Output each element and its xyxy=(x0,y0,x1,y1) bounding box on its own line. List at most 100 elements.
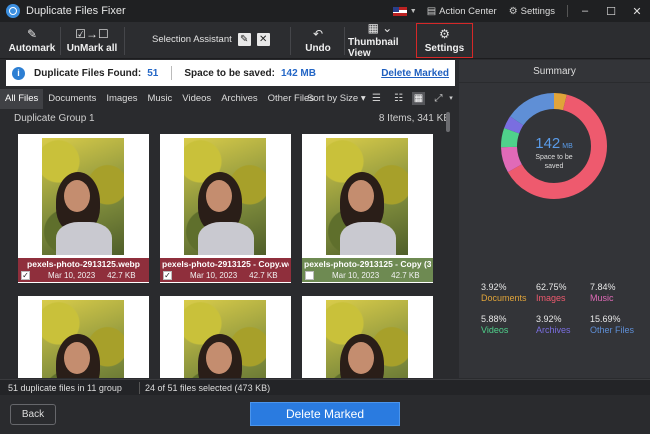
photo-thumbnail xyxy=(184,300,266,378)
thumbnail-view-button[interactable]: ▦ ⌄ Thumbnail View xyxy=(348,22,412,59)
thumbnail-view-label: Thumbnail View xyxy=(348,37,399,59)
sort-label: Sort by Size xyxy=(307,93,359,104)
delete-marked-link[interactable]: Delete Marked xyxy=(381,68,449,79)
undo-button[interactable]: ↶ Undo xyxy=(298,22,338,59)
expand-icon[interactable]: ⤢ xyxy=(432,92,445,105)
select-tool-icon[interactable]: ✎ xyxy=(237,33,251,46)
group-header: Duplicate Group 1 8 Items, 341 KB xyxy=(14,113,450,124)
file-size: 42.7 KB xyxy=(249,271,278,280)
delete-marked-button[interactable]: Delete Marked xyxy=(250,402,400,426)
toolbar-divider xyxy=(344,27,345,55)
file-size: 42.7 KB xyxy=(391,271,420,280)
status-separator xyxy=(139,382,140,394)
close-button[interactable]: ✕ xyxy=(624,5,650,18)
info-separator xyxy=(171,66,173,80)
stat-label: Music xyxy=(590,293,614,303)
back-label: Back xyxy=(21,409,45,420)
donut-caption-1: Space to be xyxy=(535,154,572,161)
app-logo-icon xyxy=(6,4,20,18)
stat-percent: 62.75% xyxy=(536,282,567,292)
file-checkbox[interactable]: ✓ xyxy=(21,271,30,280)
tab-videos[interactable]: Videos xyxy=(177,89,216,109)
stat-videos: 5.88% Videos xyxy=(481,314,508,335)
tab-all-files[interactable]: All Files xyxy=(0,89,44,109)
group-count: 8 Items, 341 KB xyxy=(378,113,450,124)
photo-thumbnail xyxy=(42,138,124,255)
scrollbar-thumb[interactable] xyxy=(446,112,450,132)
thumbnail-view-icon[interactable]: ▦ xyxy=(412,92,425,105)
donut-total: 142 MB xyxy=(535,135,573,152)
selection-assistant: Selection Assistant ✎ ✕ xyxy=(152,33,270,46)
stat-music: 7.84% Music xyxy=(590,282,616,303)
file-meta: Mar 10, 2023 42.7 KB xyxy=(48,271,136,280)
stat-percent: 3.92% xyxy=(536,314,562,324)
status-total: 51 duplicate files in 11 group xyxy=(8,383,122,393)
file-checkbox[interactable] xyxy=(305,271,314,280)
settings-link[interactable]: ⚙ Settings xyxy=(509,6,555,17)
undo-icon: ↶ xyxy=(312,26,324,41)
space-donut-chart: 142 MB Space to be saved xyxy=(501,93,607,199)
unmark-all-button[interactable]: ☑→☐ UnMark all xyxy=(66,22,118,59)
file-name: pexels-photo-2913125 - Copy (3).... xyxy=(304,259,431,269)
unmark-all-label: UnMark all xyxy=(66,42,118,54)
duplicates-found-count: 51 xyxy=(147,67,159,79)
clear-selection-icon[interactable]: ✕ xyxy=(256,33,270,46)
unmark-icon: ☑→☐ xyxy=(75,26,109,41)
grid-view-icon: ▦ ⌄ xyxy=(367,21,393,35)
file-card[interactable] xyxy=(160,296,291,378)
space-saved-label: Space to be saved: xyxy=(184,67,275,79)
stat-documents: 3.92% Documents xyxy=(481,282,527,303)
stat-percent: 15.69% xyxy=(590,314,621,324)
language-flag-icon[interactable] xyxy=(392,6,407,16)
file-card[interactable] xyxy=(18,296,149,378)
tab-images[interactable]: Images xyxy=(101,89,142,109)
file-date: Mar 10, 2023 xyxy=(190,271,238,280)
file-meta: Mar 10, 2023 42.7 KB xyxy=(332,271,420,280)
title-separator xyxy=(567,5,568,17)
stat-archives: 3.92% Archives xyxy=(536,314,571,335)
tab-music[interactable]: Music xyxy=(142,89,177,109)
file-size: 42.7 KB xyxy=(107,271,136,280)
photo-thumbnail xyxy=(42,300,124,378)
duplicates-found-label: Duplicate Files Found: xyxy=(34,67,142,79)
toolbar-divider xyxy=(290,27,291,55)
stat-percent: 3.92% xyxy=(481,282,507,292)
stat-label: Documents xyxy=(481,293,527,303)
automark-button[interactable]: ✎ Automark xyxy=(8,22,56,59)
tab-archives[interactable]: Archives xyxy=(216,89,262,109)
stat-label: Archives xyxy=(536,325,571,335)
list-view-icon[interactable]: ☰ xyxy=(370,92,383,105)
file-card[interactable]: pexels-photo-2913125 - Copy (3).... Mar 1… xyxy=(302,134,433,283)
file-name: pexels-photo-2913125 - Copy.webp xyxy=(162,259,289,269)
language-caret-icon[interactable]: ▼ xyxy=(410,8,417,15)
summary-panel: Summary 142 MB Space to be saved 3.92% Doc… xyxy=(459,60,650,378)
action-center-label: Action Center xyxy=(439,5,497,17)
view-caret-icon[interactable]: ▾ xyxy=(446,92,456,105)
maximize-button[interactable]: ☐ xyxy=(598,5,624,18)
photo-thumbnail xyxy=(326,300,408,378)
title-bar: Duplicate Files Fixer ▼ ▤ Action Center … xyxy=(0,0,650,22)
file-card[interactable]: pexels-photo-2913125 - Copy.webp ✓ Mar 10,… xyxy=(160,134,291,283)
file-checkbox[interactable]: ✓ xyxy=(163,271,172,280)
action-center-button[interactable]: ▤ Action Center xyxy=(427,6,497,17)
stat-label: Videos xyxy=(481,325,509,335)
file-date: Mar 10, 2023 xyxy=(48,271,96,280)
settings-highlight xyxy=(416,23,473,58)
toolbar-divider xyxy=(60,27,61,55)
file-caption: pexels-photo-2913125 - Copy (3).... Mar 1… xyxy=(302,258,433,282)
file-card[interactable]: pexels-photo-2913125.webp ✓ Mar 10, 2023 42… xyxy=(18,134,149,283)
duplicate-info-bar: i Duplicate Files Found: 51 Space to be … xyxy=(6,60,455,86)
tab-documents[interactable]: Documents xyxy=(43,89,101,109)
selection-assistant-label: Selection Assistant xyxy=(152,34,232,45)
details-view-icon[interactable]: ☷ xyxy=(392,92,405,105)
automark-label: Automark xyxy=(8,42,56,54)
sort-dropdown[interactable]: Sort by Size ▾ xyxy=(307,93,366,104)
file-caption: pexels-photo-2913125 - Copy.webp ✓ Mar 10,… xyxy=(160,258,291,282)
file-date: Mar 10, 2023 xyxy=(332,271,380,280)
file-meta: Mar 10, 2023 42.7 KB xyxy=(190,271,278,280)
stat-other-files: 15.69% Other Files xyxy=(590,314,634,335)
file-card[interactable] xyxy=(302,296,433,378)
back-button[interactable]: Back xyxy=(10,404,56,425)
minimize-button[interactable]: – xyxy=(572,5,598,17)
bottom-bar: Back Delete Marked xyxy=(0,395,650,434)
